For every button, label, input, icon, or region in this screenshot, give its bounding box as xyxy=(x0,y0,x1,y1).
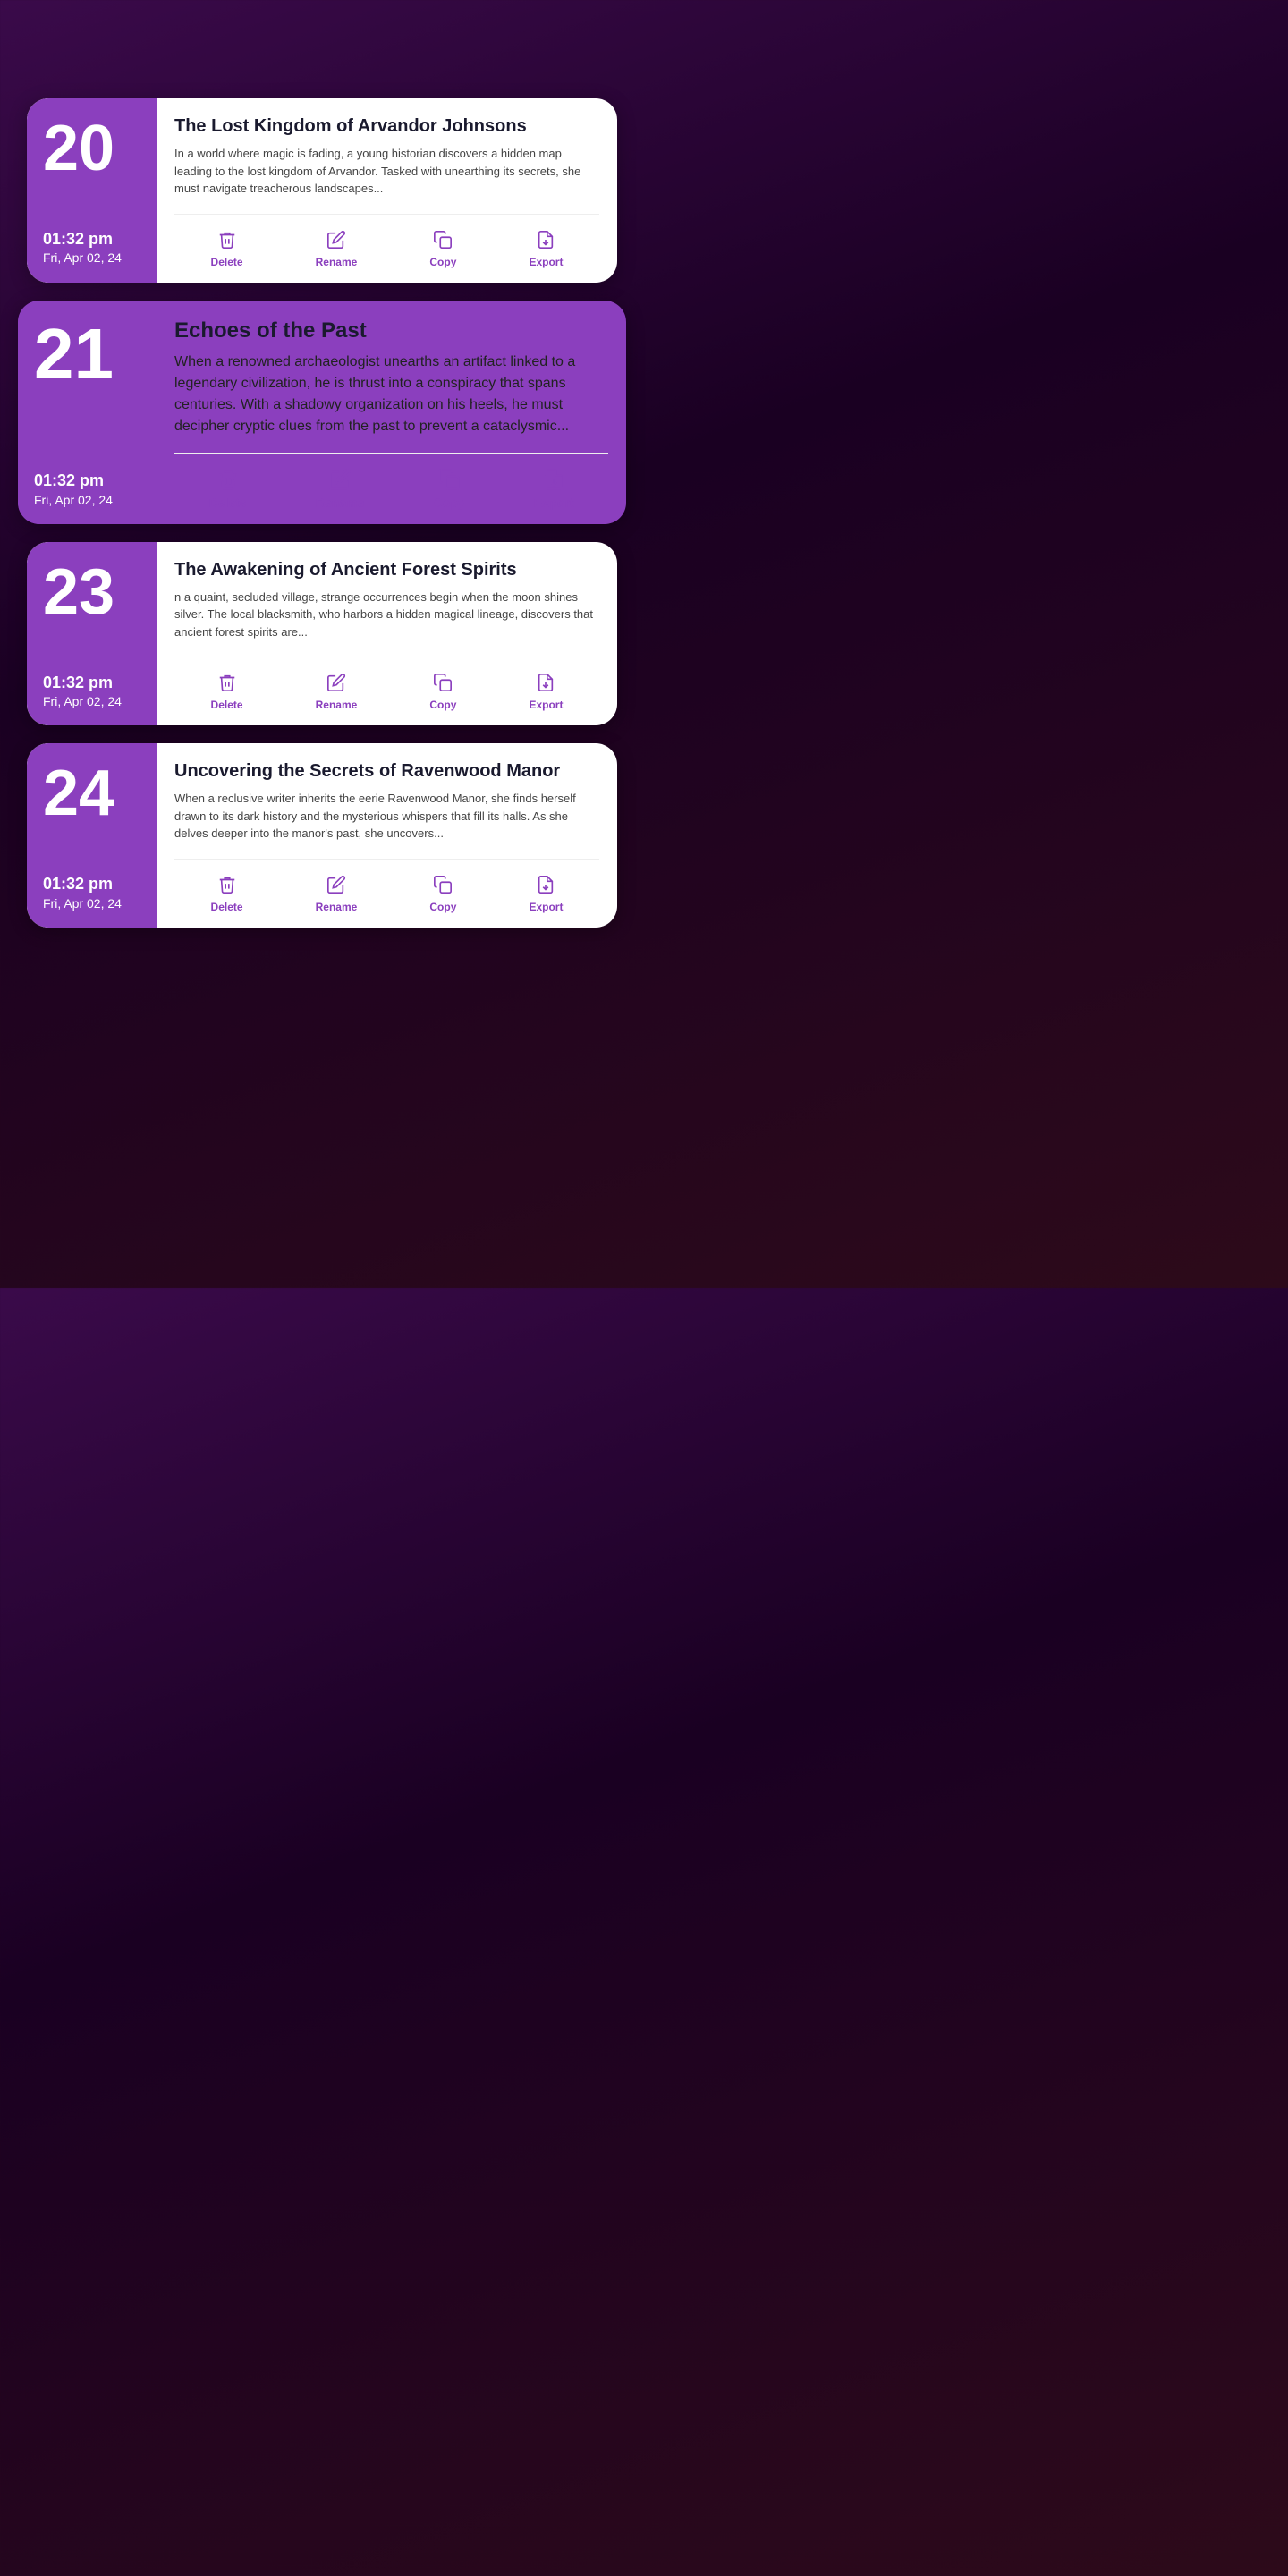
story-date: Fri, Apr 02, 24 xyxy=(43,250,140,266)
action-copy-button[interactable]: Copy xyxy=(420,869,465,917)
action-copy-button[interactable]: Copy xyxy=(420,666,465,715)
action-export-button[interactable]: Export xyxy=(520,869,572,917)
action-rename-button[interactable]: Rename xyxy=(307,224,367,272)
story-date: Fri, Apr 02, 24 xyxy=(43,895,140,911)
story-card-21: 21 01:32 pm Fri, Apr 02, 24 Echoes of th… xyxy=(18,301,626,524)
card-actions: Delete Rename Copy Export xyxy=(174,859,599,917)
card-content: The Lost Kingdom of Arvandor Johnsons In… xyxy=(157,98,617,283)
story-title: Echoes of the Past xyxy=(174,317,608,344)
story-time: 01:32 pm xyxy=(34,470,140,491)
story-description: When a renowned archaeologist unearths a… xyxy=(174,352,608,437)
action-export-label: Export xyxy=(529,699,563,711)
export-icon xyxy=(533,227,558,252)
action-delete-label: Delete xyxy=(211,256,243,268)
card-actions: Delete Rename Copy Export xyxy=(174,657,599,715)
delete-icon xyxy=(215,872,240,897)
action-export-button[interactable]: Export xyxy=(520,666,572,715)
export-icon xyxy=(541,467,566,492)
action-delete-button[interactable]: Delete xyxy=(202,224,252,272)
story-time: 01:32 pm xyxy=(43,229,140,250)
card-number-block: 23 01:32 pm Fri, Apr 02, 24 xyxy=(27,542,157,726)
action-export-label: Export xyxy=(534,496,573,510)
card-number-block: 21 01:32 pm Fri, Apr 02, 24 xyxy=(18,301,157,524)
story-title: The Awakening of Ancient Forest Spirits xyxy=(174,558,599,581)
story-card-20: 20 01:32 pm Fri, Apr 02, 24 The Lost Kin… xyxy=(27,98,617,283)
export-icon xyxy=(533,872,558,897)
delete-icon xyxy=(215,670,240,695)
story-list: 20 01:32 pm Fri, Apr 02, 24 The Lost Kin… xyxy=(0,89,644,954)
action-delete-button[interactable]: Delete xyxy=(195,463,261,513)
story-number: 24 xyxy=(43,761,140,826)
delete-icon xyxy=(215,227,240,252)
action-delete-button[interactable]: Delete xyxy=(202,869,252,917)
action-copy-button[interactable]: Copy xyxy=(419,463,479,513)
card-actions: Delete Rename Copy Export xyxy=(174,453,608,513)
story-title: The Lost Kingdom of Arvandor Johnsons xyxy=(174,114,599,138)
action-delete-label: Delete xyxy=(211,901,243,913)
action-copy-button[interactable]: Copy xyxy=(420,224,465,272)
story-time: 01:32 pm xyxy=(43,673,140,693)
action-delete-label: Delete xyxy=(209,496,247,510)
action-rename-button[interactable]: Rename xyxy=(301,463,378,513)
story-card-24: 24 01:32 pm Fri, Apr 02, 24 Uncovering t… xyxy=(27,743,617,928)
card-content: Echoes of the Past When a renowned archa… xyxy=(157,301,626,524)
story-number: 23 xyxy=(43,560,140,624)
action-copy-label: Copy xyxy=(429,256,456,268)
story-card-23: 23 01:32 pm Fri, Apr 02, 24 The Awakenin… xyxy=(27,542,617,726)
story-description: In a world where magic is fading, a youn… xyxy=(174,145,599,198)
action-export-button[interactable]: Export xyxy=(520,224,572,272)
action-export-button[interactable]: Export xyxy=(520,463,588,513)
action-rename-label: Rename xyxy=(316,256,358,268)
action-rename-label: Rename xyxy=(316,901,358,913)
delete-icon xyxy=(216,467,241,492)
copy-icon xyxy=(430,670,455,695)
rename-icon xyxy=(327,467,352,492)
export-icon xyxy=(533,670,558,695)
story-date: Fri, Apr 02, 24 xyxy=(34,492,140,508)
action-rename-label: Rename xyxy=(316,496,364,510)
action-rename-button[interactable]: Rename xyxy=(307,666,367,715)
story-number: 21 xyxy=(34,318,140,390)
copy-icon xyxy=(436,467,462,492)
story-description: n a quaint, secluded village, strange oc… xyxy=(174,589,599,641)
action-rename-button[interactable]: Rename xyxy=(307,869,367,917)
card-actions: Delete Rename Copy Export xyxy=(174,214,599,272)
rename-icon xyxy=(324,872,349,897)
action-export-label: Export xyxy=(529,901,563,913)
action-copy-label: Copy xyxy=(429,699,456,711)
story-number: 20 xyxy=(43,116,140,181)
card-number-block: 24 01:32 pm Fri, Apr 02, 24 xyxy=(27,743,157,928)
story-time: 01:32 pm xyxy=(43,874,140,894)
action-delete-button[interactable]: Delete xyxy=(202,666,252,715)
action-copy-label: Copy xyxy=(429,901,456,913)
copy-icon xyxy=(430,872,455,897)
copy-icon xyxy=(430,227,455,252)
rename-icon xyxy=(324,670,349,695)
card-number-block: 20 01:32 pm Fri, Apr 02, 24 xyxy=(27,98,157,283)
rename-icon xyxy=(324,227,349,252)
action-delete-label: Delete xyxy=(211,699,243,711)
action-export-label: Export xyxy=(529,256,563,268)
action-rename-label: Rename xyxy=(316,699,358,711)
page-header xyxy=(0,0,644,89)
story-title: Uncovering the Secrets of Ravenwood Mano… xyxy=(174,759,599,783)
action-copy-label: Copy xyxy=(434,496,465,510)
story-description: When a reclusive writer inherits the eer… xyxy=(174,790,599,843)
card-content: The Awakening of Ancient Forest Spirits … xyxy=(157,542,617,726)
story-date: Fri, Apr 02, 24 xyxy=(43,693,140,709)
card-content: Uncovering the Secrets of Ravenwood Mano… xyxy=(157,743,617,928)
